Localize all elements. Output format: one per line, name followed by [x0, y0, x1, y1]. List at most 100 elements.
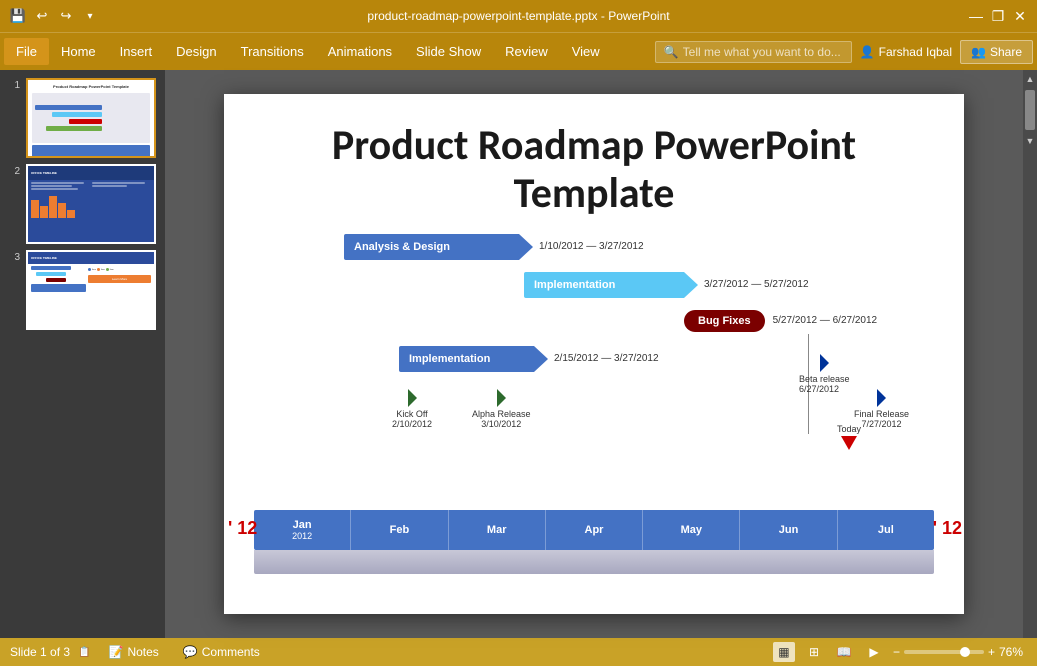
month-jun: Jun — [740, 510, 837, 550]
comments-button[interactable]: 💬 Comments — [177, 643, 266, 661]
month-feb: Feb — [351, 510, 448, 550]
comments-icon: 💬 — [183, 645, 198, 659]
implementation-label: Implementation — [524, 279, 625, 291]
gantt-row-implementation: Implementation 3/27/2012 — 5/27/2012 — [524, 272, 809, 298]
zoom-slider[interactable] — [904, 650, 984, 654]
zoom-level: 76% — [999, 645, 1027, 659]
slide-notes-view-icon: 📋 — [78, 647, 90, 658]
status-left: Slide 1 of 3 📋 — [10, 645, 91, 659]
timeline-area: ' 12 Jan2012 Feb Mar Apr May Jun Jul ' 1 — [254, 510, 934, 574]
notes-label: Notes — [127, 645, 158, 659]
milestone-beta: Beta release6/27/2012 — [799, 354, 850, 396]
scroll-up-button[interactable]: ▲ — [1023, 72, 1037, 86]
today-marker: Today — [837, 424, 861, 450]
quick-access-toolbar: 💾 ↩ ↪ ▾ — [8, 6, 100, 26]
slide-thumb-2[interactable]: 2 OFFICE TIMELINE — [6, 164, 159, 244]
notes-icon: 📝 — [109, 645, 124, 659]
alpha-label: Alpha Release3/10/2012 — [472, 409, 531, 431]
menu-slideshow[interactable]: Slide Show — [404, 38, 493, 65]
slide-thumb-1[interactable]: 1 Product Roadmap PowerPoint Template — [6, 78, 159, 158]
customize-icon[interactable]: ▾ — [80, 6, 100, 26]
search-icon: 🔍 — [664, 45, 679, 59]
zoom-area: − + 76% — [893, 645, 1027, 659]
month-jan: Jan2012 — [254, 510, 351, 550]
bugfixes-label: Bug Fixes — [684, 310, 765, 332]
main-area: 1 Product Roadmap PowerPoint Template 2 — [0, 70, 1037, 638]
analysis-label: Analysis & Design — [344, 241, 460, 253]
search-input[interactable] — [683, 45, 843, 59]
window-controls: — ❐ ✕ — [967, 7, 1029, 25]
month-may: May — [643, 510, 740, 550]
user-avatar-icon: 👤 — [860, 45, 875, 59]
close-button[interactable]: ✕ — [1011, 7, 1029, 25]
slide-num-2: 2 — [6, 166, 20, 177]
gantt-row-impl2: Implementation 2/15/2012 — 3/27/2012 — [399, 346, 659, 372]
menu-design[interactable]: Design — [164, 38, 228, 65]
undo-icon[interactable]: ↩ — [32, 6, 52, 26]
analysis-dates: 1/10/2012 — 3/27/2012 — [539, 241, 644, 252]
today-label: Today — [837, 424, 861, 434]
slide-image-3[interactable]: OFFICE TIMELINE — [26, 250, 156, 330]
menu-transitions[interactable]: Transitions — [229, 38, 316, 65]
slide-image-2[interactable]: OFFICE TIMELINE — [26, 164, 156, 244]
normal-view-button[interactable]: ▦ — [773, 642, 795, 662]
today-arrow — [841, 436, 857, 450]
slide-num-1: 1 — [6, 80, 20, 91]
share-icon: 👥 — [971, 45, 986, 59]
menu-file[interactable]: File — [4, 38, 49, 65]
month-jul: Jul — [838, 510, 934, 550]
menu-animations[interactable]: Animations — [316, 38, 404, 65]
save-icon[interactable]: 💾 — [8, 6, 28, 26]
roadmap-area: Analysis & Design 1/10/2012 — 3/27/2012 … — [244, 234, 944, 604]
milestone-kickoff: Kick Off2/10/2012 — [392, 389, 432, 431]
redo-icon[interactable]: ↪ — [56, 6, 76, 26]
impl2-dates: 2/15/2012 — 3/27/2012 — [554, 353, 659, 364]
slide-image-1[interactable]: Product Roadmap PowerPoint Template — [26, 78, 156, 158]
menu-bar: File Home Insert Design Transitions Anim… — [0, 32, 1037, 70]
menu-home[interactable]: Home — [49, 38, 108, 65]
year-right: ' 12 — [933, 518, 962, 539]
menu-view[interactable]: View — [560, 38, 612, 65]
slide-num-3: 3 — [6, 252, 20, 263]
slideshow-view-button[interactable]: ▶ — [863, 642, 885, 662]
notes-button[interactable]: 📝 Notes — [103, 643, 165, 661]
slide-panel: 1 Product Roadmap PowerPoint Template 2 — [0, 70, 165, 638]
bugfixes-dates: 5/27/2012 — 6/27/2012 — [773, 315, 878, 326]
slide-sorter-button[interactable]: ⊞ — [803, 642, 825, 662]
implementation-dates: 3/27/2012 — 5/27/2012 — [704, 279, 809, 290]
share-button[interactable]: 👥 Share — [960, 40, 1033, 64]
edit-area: Product Roadmap PowerPoint Template Anal… — [165, 70, 1023, 638]
menu-review[interactable]: Review — [493, 38, 560, 65]
vertical-scrollbar[interactable]: ▲ ▼ — [1023, 70, 1037, 638]
zoom-in-icon[interactable]: + — [988, 645, 995, 659]
scroll-thumb[interactable] — [1025, 90, 1035, 130]
month-mar: Mar — [449, 510, 546, 550]
restore-button[interactable]: ❐ — [989, 7, 1007, 25]
zoom-out-icon[interactable]: − — [893, 645, 900, 659]
slide-thumb-3[interactable]: 3 OFFICE TIMELINE — [6, 250, 159, 330]
year-left: ' 12 — [228, 518, 257, 539]
final-label: Final Release7/27/2012 — [854, 409, 909, 431]
user-name: Farshad Iqbal — [879, 45, 952, 59]
impl2-label: Implementation — [399, 353, 500, 365]
slide-canvas[interactable]: Product Roadmap PowerPoint Template Anal… — [224, 94, 964, 614]
month-apr: Apr — [546, 510, 643, 550]
milestone-final: Final Release7/27/2012 — [854, 389, 909, 431]
title-bar: 💾 ↩ ↪ ▾ product-roadmap-powerpoint-templ… — [0, 0, 1037, 32]
slide-title-line2: Template — [264, 170, 924, 218]
slide-title-line1: Product Roadmap PowerPoint — [264, 122, 924, 170]
scroll-down-button[interactable]: ▼ — [1023, 134, 1037, 148]
reading-view-button[interactable]: 📖 — [833, 642, 855, 662]
user-area[interactable]: 👤 Farshad Iqbal — [852, 41, 960, 63]
zoom-thumb[interactable] — [960, 647, 970, 657]
window-title: product-roadmap-powerpoint-template.pptx… — [367, 9, 669, 23]
menu-insert[interactable]: Insert — [108, 38, 165, 65]
slide-info: Slide 1 of 3 — [10, 645, 70, 659]
gantt-row-analysis: Analysis & Design 1/10/2012 — 3/27/2012 — [344, 234, 644, 260]
status-bar: Slide 1 of 3 📋 📝 Notes 💬 Comments ▦ ⊞ 📖 … — [0, 638, 1037, 666]
minimize-button[interactable]: — — [967, 7, 985, 25]
kickoff-label: Kick Off2/10/2012 — [392, 409, 432, 431]
status-right: ▦ ⊞ 📖 ▶ − + 76% — [773, 642, 1027, 662]
gradient-bar — [254, 550, 934, 574]
search-box[interactable]: 🔍 — [655, 41, 852, 63]
